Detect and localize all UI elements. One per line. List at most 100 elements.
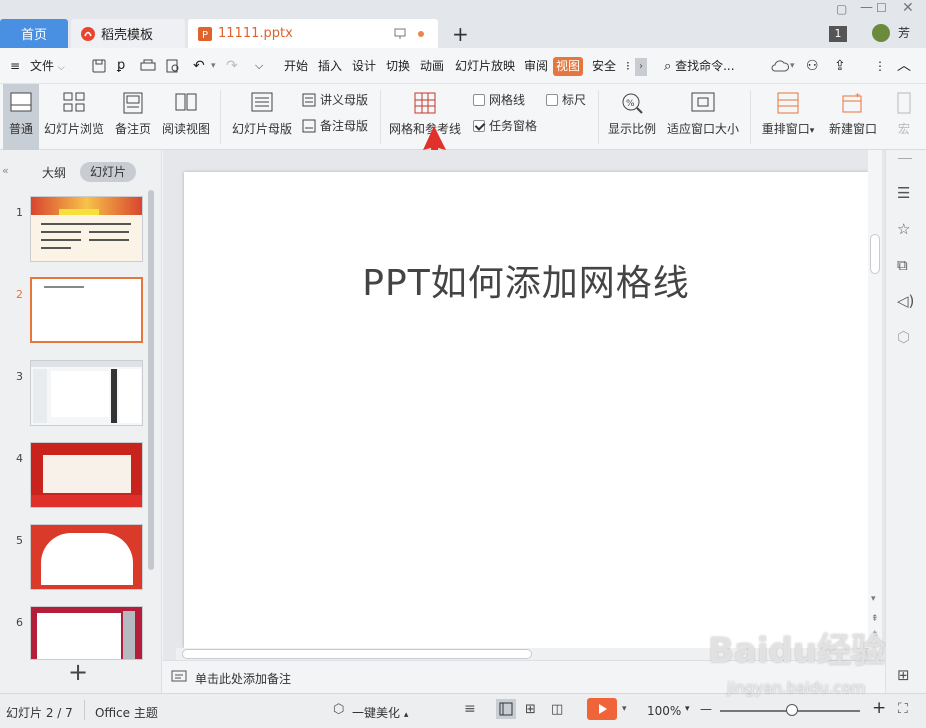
grid-view-icon[interactable]: ⊞ (897, 666, 910, 684)
slide-title-text[interactable]: PPT如何添加网格线 (184, 254, 868, 306)
normal-view-button[interactable]: 普通 (3, 84, 39, 150)
collapse-ribbon-icon[interactable]: ︿ (897, 48, 911, 84)
notes-toggle-icon[interactable]: ≡ (464, 701, 476, 717)
undo-icon[interactable]: ↶ (193, 48, 205, 84)
add-slide-button[interactable]: + (68, 658, 88, 686)
save-icon[interactable] (92, 48, 106, 84)
slide-thumbnail-5[interactable] (30, 524, 143, 590)
notes-page-button[interactable]: 备注页 (113, 84, 153, 150)
zoom-slider-thumb[interactable] (786, 704, 798, 716)
undo-dropdown-icon[interactable]: ▾ (211, 48, 216, 84)
tab-outline[interactable]: 大纲 (42, 164, 66, 181)
notes-placeholder[interactable]: 单击此处添加备注 (195, 670, 291, 687)
zoom-in-button[interactable]: + (872, 698, 886, 718)
reading-view-button[interactable]: 阅读视图 (160, 84, 212, 150)
slide-number: 3 (16, 370, 23, 383)
menu-slideshow[interactable]: 幻灯片放映 (455, 48, 515, 84)
menu-transition[interactable]: 切换 (386, 48, 410, 84)
collaborate-icon[interactable]: ⚇ (806, 48, 819, 84)
horizontal-scroll-thumb[interactable] (182, 649, 532, 659)
macro-button[interactable]: 宏 (893, 84, 915, 150)
slide-thumbnail-2[interactable] (30, 277, 143, 343)
menu-insert[interactable]: 插入 (318, 48, 342, 84)
quick-access-dropdown-icon[interactable]: ⌵ (255, 48, 263, 84)
collapse-panel-icon[interactable]: « (2, 164, 9, 177)
menu-view-active[interactable]: 视图 (553, 57, 584, 76)
menu-icon[interactable]: ▢ (836, 2, 847, 16)
monitor-icon[interactable] (394, 28, 406, 40)
slide-thumbnail-4[interactable] (30, 442, 143, 508)
new-tab-button[interactable]: + (452, 22, 469, 46)
drag-handle-icon[interactable] (898, 158, 912, 159)
avatar[interactable] (872, 24, 890, 42)
print-icon[interactable] (140, 48, 156, 84)
cloud-sync-icon[interactable] (770, 48, 790, 84)
slideshow-dropdown-icon[interactable]: ▾ (622, 704, 627, 714)
zoom-dropdown-icon[interactable]: ▾ (685, 704, 690, 714)
reading-view-label: 阅读视图 (161, 122, 210, 136)
tab-template[interactable]: 稻壳模板 (71, 19, 185, 48)
settings-sliders-icon[interactable]: ☰ (897, 184, 910, 202)
scroll-down-icon[interactable]: ▾ (871, 594, 876, 604)
slide-counter: 幻灯片 2 / 7 (6, 706, 73, 720)
speaker-icon[interactable]: ◁) (897, 292, 914, 310)
search-placeholder: 查找命令... (675, 59, 735, 73)
slide-thumbnail-3[interactable] (30, 360, 143, 426)
slide-thumbnail-6[interactable] (30, 606, 143, 660)
fit-window-icon (691, 92, 715, 112)
tab-home[interactable]: 首页 (0, 19, 68, 48)
menu-animation[interactable]: 动画 (420, 48, 444, 84)
zoom-level[interactable]: 100% (647, 704, 681, 718)
export-pdf-icon[interactable]: ꝑ (117, 48, 125, 84)
cloud-dropdown-icon[interactable]: ▾ (790, 48, 795, 84)
menu-scroll-right-icon[interactable]: › (635, 58, 647, 76)
notes-master-button[interactable]: 备注母版 (302, 116, 368, 136)
play-slideshow-button[interactable] (587, 698, 617, 720)
search-command[interactable]: ⌕ 查找命令... (664, 48, 735, 84)
beautify-icon[interactable]: ⬡ (333, 702, 344, 717)
maximize-icon[interactable]: ☐ (876, 1, 887, 15)
normal-view-status-button[interactable] (496, 699, 516, 719)
close-icon[interactable]: ✕ (902, 0, 914, 16)
window-count-badge[interactable]: 1 (829, 26, 847, 42)
transition-icon[interactable]: ⧉ (897, 256, 908, 274)
handout-master-button[interactable]: 讲义母版 (302, 90, 368, 110)
arrange-windows-button[interactable]: 重排窗口▾ (758, 84, 818, 150)
fit-window-button[interactable]: 适应窗口大小 (666, 84, 740, 150)
beautify-button[interactable]: 一键美化 ▴ (352, 704, 408, 721)
gridlines-checkbox[interactable]: 网格线 (473, 90, 525, 110)
zoom-button[interactable]: % 显示比例 (606, 84, 658, 150)
menu-security[interactable]: 安全 (592, 48, 616, 84)
zoom-out-button[interactable]: — (700, 702, 712, 716)
theme-name[interactable]: Office 主题 (95, 704, 158, 721)
share-icon[interactable]: ⇪ (834, 48, 846, 84)
file-menu[interactable]: 文件 ⌵ (30, 48, 65, 84)
tab-file-pptx[interactable]: P 11111.pptx (188, 19, 438, 48)
menu-review[interactable]: 审阅 (524, 48, 548, 84)
vertical-scroll-thumb[interactable] (870, 234, 880, 274)
editor-vertical-scrollbar[interactable]: ▾ ⇞ ⇟ (868, 150, 882, 660)
menu-design[interactable]: 设计 (352, 48, 376, 84)
slide-master-button[interactable]: 幻灯片母版 (229, 84, 295, 150)
tab-slides[interactable]: 幻灯片 (80, 162, 136, 182)
animation-star-icon[interactable]: ☆ (897, 220, 910, 238)
slide-sorter-status-icon[interactable]: ⊞ (525, 702, 536, 717)
slide-canvas[interactable]: PPT如何添加网格线 (184, 172, 868, 648)
hamburger-icon[interactable]: ≡ (10, 48, 20, 84)
minimize-icon[interactable]: — (860, 0, 873, 15)
print-preview-icon[interactable] (166, 48, 180, 84)
thumbnail-scrollbar[interactable] (148, 190, 154, 570)
redo-icon[interactable]: ↷ (226, 48, 238, 84)
reading-view-status-icon[interactable]: ◫ (551, 702, 563, 717)
more-options-icon[interactable]: ⋮ (874, 48, 886, 84)
menu-start[interactable]: 开始 (284, 48, 308, 84)
ruler-checkbox[interactable]: 标尺 (546, 90, 586, 110)
slide-thumbnail-1[interactable] (30, 196, 143, 262)
user-name[interactable]: 芳 (898, 24, 910, 41)
task-pane-checkbox[interactable]: 任务窗格 (473, 116, 537, 136)
menu-more[interactable]: ⁝ (626, 48, 630, 84)
slide-sorter-button[interactable]: 幻灯片浏览 (44, 84, 104, 150)
cube-icon[interactable]: ⬡ (897, 328, 910, 346)
new-window-button[interactable]: * 新建窗口 (826, 84, 880, 150)
fullscreen-icon[interactable]: ⛶ (898, 701, 908, 717)
